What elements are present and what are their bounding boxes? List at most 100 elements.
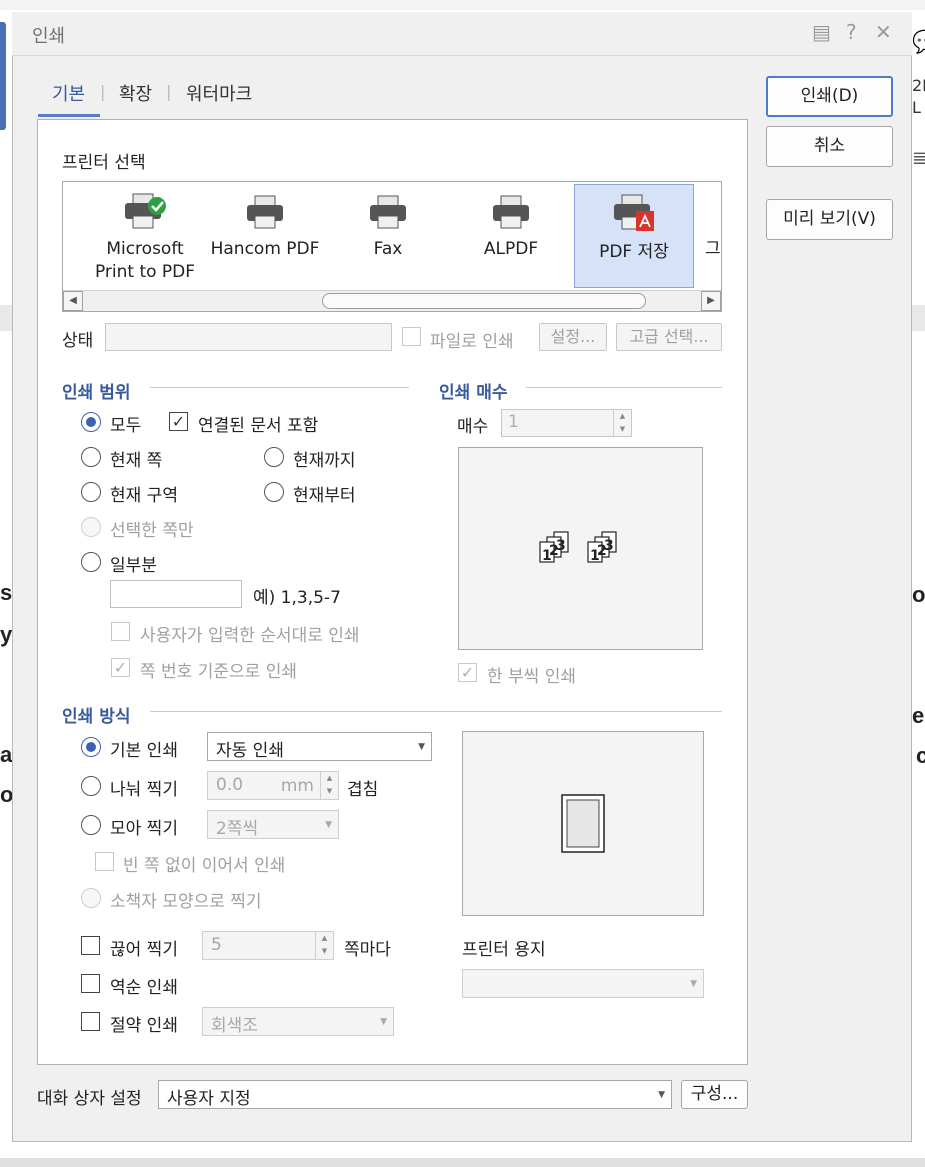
method-split-radio[interactable] [81,776,101,796]
method-booklet-radio[interactable] [81,888,101,908]
app-right-ruler [911,305,925,331]
printer-item[interactable]: Hancom PDF [205,182,325,286]
scroll-right-icon[interactable]: ▶ [701,291,721,311]
method-normal-radio[interactable] [81,737,101,757]
printer-item[interactable]: Fax [328,182,448,286]
print-to-file-checkbox[interactable] [402,327,421,346]
close-icon[interactable]: ✕ [875,22,892,42]
printer-item[interactable]: Microsoft Print to PDF [85,182,205,286]
break-count-value: 5 [211,935,222,955]
printer-paper-select[interactable]: ▼ [462,969,704,998]
copies-spinner[interactable]: ▲ ▼ [613,410,631,436]
copies-count-input[interactable]: 1 ▲ ▼ [501,409,632,437]
svg-text:3: 3 [604,538,614,554]
copies-count-label: 매수 [457,417,489,437]
window-resize-grip[interactable] [0,1158,925,1167]
chevron-down-icon: ▼ [690,978,697,989]
per-page-label: 쪽마다 [344,940,391,960]
help-topic-icon[interactable]: ▤ [812,22,831,42]
normal-print-select[interactable]: 자동 인쇄 ▼ [207,732,432,761]
no-blank-checkbox[interactable] [95,852,114,871]
collate-checkbox[interactable]: ✓ [458,663,477,682]
reverse-print-label: 역순 인쇄 [110,978,178,998]
dialog-titlebar [12,12,912,56]
printer-name: Hancom PDF [210,239,320,259]
chevron-down-icon: ▼ [418,741,425,752]
page-number-basis-label: 쪽 번호 기준으로 인쇄 [140,662,297,682]
saving-print-checkbox[interactable] [81,1012,100,1031]
align-icon: ≣ [912,148,925,169]
user-order-checkbox[interactable] [111,622,130,641]
reverse-print-checkbox[interactable] [81,974,100,993]
range-current-page-radio[interactable] [81,447,101,467]
range-current-page-label: 현재 쪽 [110,451,163,471]
advanced-button[interactable]: 고급 선택... [616,323,722,351]
saving-select[interactable]: 회색조 ▼ [202,1007,394,1036]
configure-button[interactable]: 구성... [681,1080,748,1109]
print-button[interactable]: 인쇄(D) [766,76,893,117]
method-collect-radio[interactable] [81,815,101,835]
partial-range-input[interactable] [110,580,242,608]
bg-letter: a [0,742,13,767]
print-to-file-label: 파일로 인쇄 [430,332,514,352]
printer-item-selected[interactable]: PDF 저장 [574,184,694,288]
status-field [105,323,392,351]
method-section-title: 인쇄 방식 [62,707,131,727]
scroll-thumb[interactable] [322,293,646,309]
printer-item[interactable]: ALPDF [451,182,571,286]
chevron-down-icon: ▼ [325,819,332,830]
settings-button[interactable]: 설정... [539,323,607,351]
tab-extended[interactable]: 확장 [119,80,152,106]
tab-separator: | [100,82,106,101]
printer-list-scrollbar[interactable]: ◀ ▶ [63,290,721,311]
method-normal-label: 기본 인쇄 [110,741,178,761]
tab-watermark[interactable]: 워터마크 [186,80,252,106]
scroll-left-icon[interactable]: ◀ [63,291,83,311]
status-label: 상태 [62,331,94,351]
break-count-input[interactable]: 5 ▲ ▼ [202,931,334,960]
break-print-checkbox[interactable] [81,936,100,955]
printer-name: Fax [373,239,403,259]
range-to-current-label: 현재까지 [293,451,356,471]
section-divider [526,387,722,388]
printer-paper-label: 프린터 용지 [462,940,546,960]
printer-pdf-icon [614,194,654,231]
bg-letter: c [916,743,925,768]
include-linked-checkbox[interactable]: ✓ [169,412,188,431]
bg-letter: y [0,622,13,647]
collect-select[interactable]: 2쪽씩 ▼ [207,810,339,839]
normal-print-value: 자동 인쇄 [216,741,284,761]
range-all-radio[interactable] [81,412,101,432]
section-divider [150,387,409,388]
chevron-down-icon: ▼ [380,1016,387,1027]
help-icon[interactable]: ? [846,22,857,42]
range-selected-radio[interactable] [81,517,101,537]
active-tab-indicator [38,114,100,117]
page-number-basis-checkbox[interactable]: ✓ [111,658,130,677]
printer-icon [370,195,406,229]
dialog-settings-select[interactable]: 사용자 지정 ▼ [158,1080,672,1109]
printer-item[interactable]: 그 [699,182,721,286]
preview-button[interactable]: 미리 보기(V) [766,199,893,240]
copies-count-value: 1 [508,412,519,432]
chevron-down-icon: ▼ [658,1089,665,1100]
range-current-section-radio[interactable] [81,482,101,502]
range-partial-radio[interactable] [81,552,101,572]
bg-letter: e [912,703,925,728]
break-spinner[interactable]: ▲ ▼ [315,932,333,959]
printer-name: Microsoft Print to PDF [94,239,196,282]
partial-example-label: 예) 1,3,5-7 [253,588,341,608]
cancel-button[interactable]: 취소 [766,126,893,167]
range-to-current-radio[interactable] [264,447,284,467]
tab-basic[interactable]: 기본 [52,80,85,106]
range-partial-label: 일부분 [110,556,157,576]
saving-value: 회색조 [211,1016,258,1036]
split-spinner[interactable]: ▲ ▼ [320,772,338,799]
range-selected-label: 선택한 쪽만 [110,521,194,541]
split-overlap-input[interactable]: 0.0 mm ▲ ▼ [207,771,339,800]
copies-preview: 123 123 [458,447,703,650]
printer-icon [493,195,529,229]
printer-name: ALPDF [483,239,539,259]
range-from-current-radio[interactable] [264,482,284,502]
collect-value: 2쪽씩 [216,819,259,839]
